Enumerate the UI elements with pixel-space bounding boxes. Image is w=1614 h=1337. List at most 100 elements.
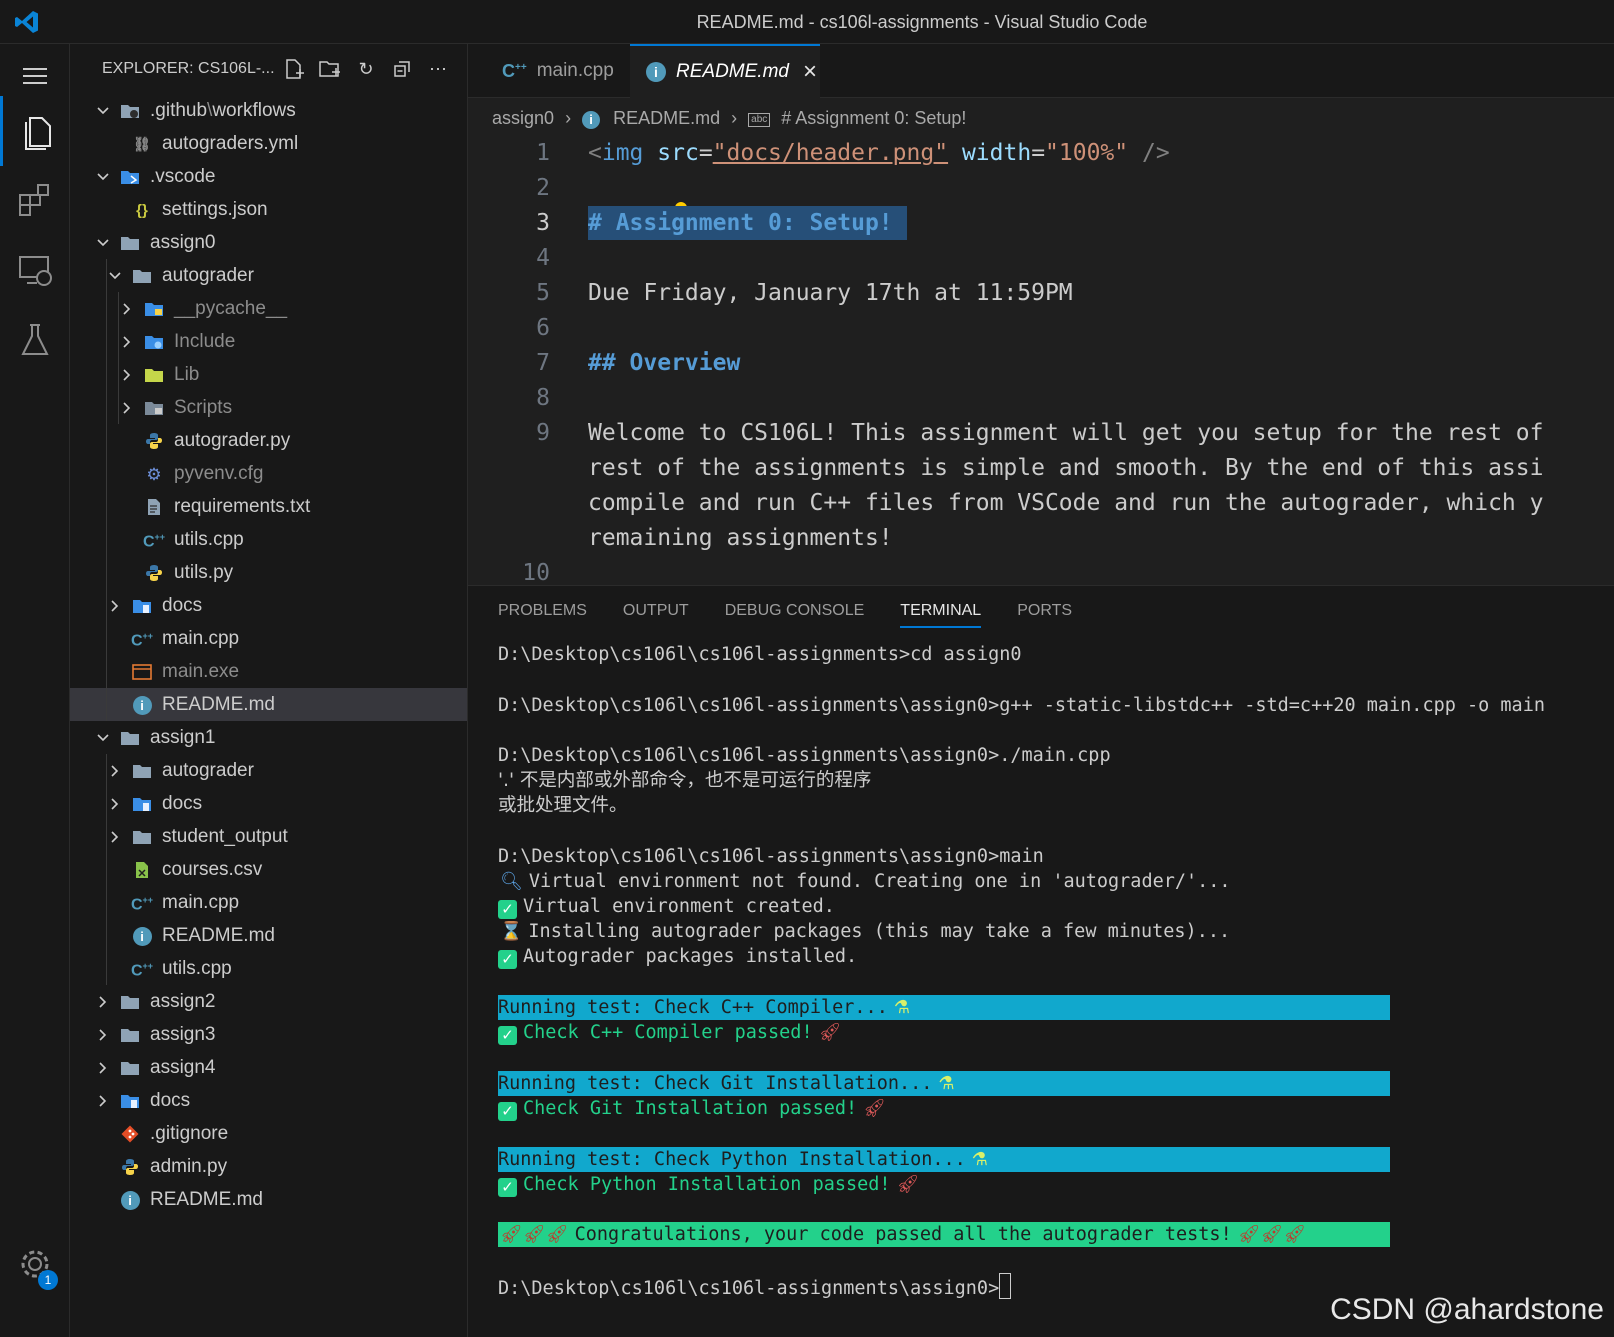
- new-folder-icon[interactable]: [317, 56, 343, 82]
- tree-item[interactable]: docs: [70, 1084, 467, 1117]
- remote-explorer-button[interactable]: [0, 238, 70, 302]
- folder-icon: [132, 827, 152, 847]
- tree-item[interactable]: docs: [70, 589, 467, 622]
- collapse-all-icon[interactable]: [389, 56, 415, 82]
- python-icon: [144, 563, 164, 583]
- chevron-right-icon[interactable]: [94, 1018, 112, 1051]
- line-number: 4: [536, 245, 550, 271]
- tree-item[interactable]: utils.py: [70, 556, 467, 589]
- more-actions-icon[interactable]: ⋯: [425, 56, 451, 82]
- tree-item[interactable]: assign4: [70, 1051, 467, 1084]
- tree-item[interactable]: Lib: [70, 358, 467, 391]
- testing-view-button[interactable]: [0, 308, 70, 372]
- test-tube-emoji-icon: ⚗: [893, 997, 910, 1018]
- yaml-icon: ⛓: [133, 135, 151, 152]
- tree-item-label: assign3: [150, 1024, 216, 1045]
- terminal-line: ✓ Autograder packages installed.: [498, 944, 857, 969]
- tree-item[interactable]: C++ main.cpp: [70, 886, 467, 919]
- tree-item[interactable]: assign1: [70, 721, 467, 754]
- tree-item[interactable]: Include: [70, 325, 467, 358]
- chevron-down-icon[interactable]: [94, 94, 112, 127]
- activity-bar: 1: [0, 44, 70, 1337]
- code-line-5: Due Friday, January 17th at 11:59PM: [588, 280, 1073, 306]
- tree-item[interactable]: autograder: [70, 259, 467, 292]
- tree-item[interactable]: main.exe: [70, 655, 467, 688]
- chevron-right-icon[interactable]: [118, 325, 136, 358]
- gear-icon: ⚙: [146, 464, 162, 484]
- test-passed-line: ✓ Check Git Installation passed! 🚀︎: [498, 1096, 892, 1121]
- tree-item[interactable]: i README.md: [70, 688, 467, 721]
- extensions-view-button[interactable]: [0, 168, 70, 232]
- breadcrumb-symbol[interactable]: # Assignment 0: Setup!: [781, 108, 966, 128]
- tree-item[interactable]: autograder.py: [70, 424, 467, 457]
- tree-item[interactable]: __pycache__: [70, 292, 467, 325]
- code-editor[interactable]: 1 2 3 4 5 6 7 8 9 10 <img src="docs/head…: [468, 140, 1614, 585]
- terminal-line: D:\Desktop\cs106l\cs106l-assignments\ass…: [498, 695, 1545, 716]
- explorer-header: EXPLORER: CS106L-... ↻ ⋯: [70, 44, 467, 94]
- tree-item[interactable]: student_output: [70, 820, 467, 853]
- chevron-right-icon[interactable]: [106, 787, 124, 820]
- file-tree: .github\workflows ⛓ autograders.yml .vscode…: [70, 94, 467, 1216]
- chevron-right-icon[interactable]: [118, 292, 136, 325]
- tree-item[interactable]: .vscode: [70, 160, 467, 193]
- tab-output[interactable]: OUTPUT: [623, 602, 689, 628]
- breadcrumb-folder[interactable]: assign0: [492, 108, 554, 128]
- tree-item[interactable]: i README.md: [70, 1183, 467, 1216]
- tree-item-label: utils.cpp: [162, 958, 232, 979]
- tree-item[interactable]: assign3: [70, 1018, 467, 1051]
- chevron-right-icon[interactable]: [106, 754, 124, 787]
- tree-item[interactable]: ⛓ autograders.yml: [70, 127, 467, 160]
- tree-item[interactable]: C++ utils.cpp: [70, 952, 467, 985]
- json-icon: {}: [136, 201, 148, 219]
- tree-item[interactable]: .github\workflows: [70, 94, 467, 127]
- tree-item[interactable]: i README.md: [70, 919, 467, 952]
- tree-item[interactable]: admin.py: [70, 1150, 467, 1183]
- chevron-right-icon[interactable]: [94, 1051, 112, 1084]
- python-icon: [120, 1157, 140, 1177]
- tab-readme-md[interactable]: i README.md ×: [630, 44, 820, 98]
- tab-debug-console[interactable]: DEBUG CONSOLE: [725, 602, 865, 628]
- tree-item[interactable]: courses.csv: [70, 853, 467, 886]
- bottom-panel: PROBLEMS OUTPUT DEBUG CONSOLE TERMINAL P…: [468, 585, 1614, 1337]
- congrats-banner: 🚀︎🚀︎🚀︎ Congratulations, your code passed …: [498, 1222, 1390, 1247]
- chevron-down-icon[interactable]: [94, 160, 112, 193]
- chevron-down-icon[interactable]: [94, 721, 112, 754]
- check-mark-emoji-icon: ✓: [498, 1102, 517, 1121]
- tree-item[interactable]: .gitignore: [70, 1117, 467, 1150]
- panel-tabs: PROBLEMS OUTPUT DEBUG CONSOLE TERMINAL P…: [498, 602, 1072, 628]
- chevron-right-icon[interactable]: [106, 820, 124, 853]
- breadcrumb-file[interactable]: README.md: [613, 108, 720, 128]
- chevron-down-icon[interactable]: [106, 259, 124, 292]
- git-icon: [120, 1124, 140, 1144]
- tree-item[interactable]: ⚙ pyvenv.cfg: [70, 457, 467, 490]
- tree-item[interactable]: C++ main.cpp: [70, 622, 467, 655]
- line-number: 3: [536, 210, 550, 236]
- tree-item[interactable]: Scripts: [70, 391, 467, 424]
- tree-item-label: student_output: [162, 826, 288, 847]
- tab-terminal[interactable]: TERMINAL: [900, 602, 982, 628]
- tab-ports[interactable]: PORTS: [1017, 602, 1072, 628]
- chevron-right-icon[interactable]: [94, 1084, 112, 1117]
- chevron-down-icon[interactable]: [94, 226, 112, 259]
- chevron-right-icon[interactable]: [118, 358, 136, 391]
- tab-main-cpp[interactable]: C++ main.cpp: [468, 44, 630, 98]
- tree-item[interactable]: autograder: [70, 754, 467, 787]
- tree-item[interactable]: assign0: [70, 226, 467, 259]
- new-file-icon[interactable]: [281, 56, 307, 82]
- close-icon[interactable]: ×: [803, 58, 817, 86]
- chevron-right-icon[interactable]: [118, 391, 136, 424]
- chevron-right-icon[interactable]: [106, 589, 124, 622]
- tree-item[interactable]: requirements.txt: [70, 490, 467, 523]
- chevron-right-icon[interactable]: [94, 985, 112, 1018]
- tree-item[interactable]: assign2: [70, 985, 467, 1018]
- manage-button[interactable]: 1: [0, 1232, 70, 1296]
- tab-problems[interactable]: PROBLEMS: [498, 602, 587, 628]
- tree-item[interactable]: docs: [70, 787, 467, 820]
- files-icon: [24, 117, 51, 150]
- tab-label: main.cpp: [536, 60, 614, 81]
- refresh-icon[interactable]: ↻: [353, 56, 379, 82]
- explorer-view-button[interactable]: [0, 96, 70, 166]
- tree-item[interactable]: C++ utils.cpp: [70, 523, 467, 556]
- rocket-emoji-icon: 🚀︎: [863, 1098, 886, 1119]
- tree-item[interactable]: {} settings.json: [70, 193, 467, 226]
